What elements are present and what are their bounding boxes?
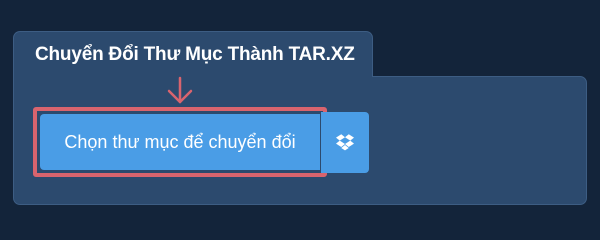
arrow-down-icon [167,76,193,104]
dropbox-icon [336,134,354,151]
page-title: Chuyển Đổi Thư Mục Thành TAR.XZ [35,44,355,65]
dropbox-button[interactable] [321,112,369,173]
choose-folder-button[interactable]: Chọn thư mục để chuyển đổi [40,114,320,170]
choose-folder-label: Chọn thư mục để chuyển đổi [64,131,296,152]
